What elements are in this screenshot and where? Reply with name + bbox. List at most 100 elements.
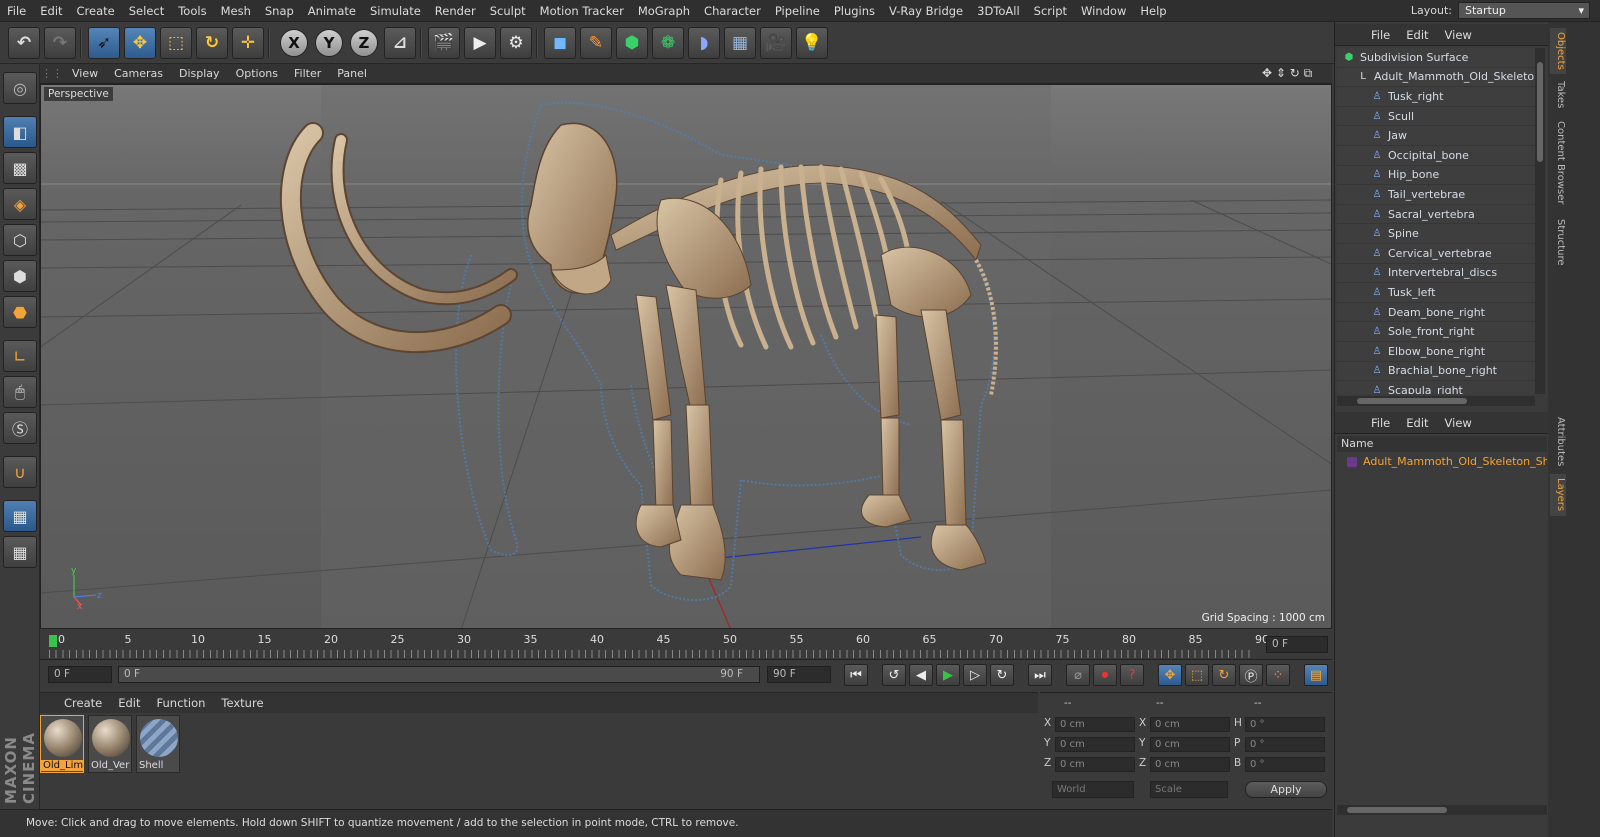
workplane-icon[interactable]: ▦ [3,536,37,568]
x-axis-icon[interactable]: X [280,29,308,57]
object-row[interactable]: ♙ Occipital_bone [1337,146,1535,166]
tab-takes[interactable]: Takes [1550,78,1566,112]
viewport-perspective[interactable]: y z x Perspective Grid Spacing : 1000 cm [40,84,1332,629]
render-view-icon[interactable]: 🎬 [428,27,460,59]
tab-objects[interactable]: Objects [1550,28,1566,74]
menu-simulate[interactable]: Simulate [363,0,428,22]
next-frame-icon[interactable]: ▷ [963,664,987,686]
texture-mode-icon[interactable]: ▩ [3,152,37,184]
object-row[interactable]: ♙ Cervical_vertebrae [1337,244,1535,264]
object-row[interactable]: ♙ Scapula_right [1337,381,1535,394]
live-select-icon[interactable]: ➶ [88,27,120,59]
menu-3dtoall[interactable]: 3DToAll [970,0,1027,22]
key-scale-icon[interactable]: ⬚ [1185,664,1209,686]
cube-icon[interactable]: ◼ [544,27,576,59]
workplane-mode-icon[interactable]: ◈ [3,188,37,220]
key-param-icon[interactable]: Ⓟ [1239,664,1263,686]
viewport-menu-view[interactable]: View [64,67,106,80]
coord-value-field[interactable]: 0 cm [1150,737,1230,752]
snapping-icon[interactable]: Ⓢ [3,412,37,444]
coord-value-field[interactable]: 0 cm [1055,737,1135,752]
timeline-ruler[interactable]: 0 5 10 15 20 25 30 35 40 45 50 55 60 65 70 75 80 85 90 0 F [40,630,1332,660]
menu-create[interactable]: Create [70,0,122,22]
viewport-menu-cameras[interactable]: Cameras [106,67,171,80]
play-icon[interactable]: ▶ [936,664,960,686]
menu-motion-tracker[interactable]: Motion Tracker [533,0,631,22]
floor-icon[interactable]: ▦ [724,27,756,59]
layer-row[interactable]: Adult_Mammoth_Old_Skeleton_Sh [1337,453,1547,470]
object-row[interactable]: ♙ Jaw [1337,126,1535,146]
layers-menu-view[interactable]: View [1437,416,1480,430]
scale-icon[interactable]: ⬚ [160,27,192,59]
current-frame-field[interactable]: 0 F [1266,636,1328,653]
menu-sculpt[interactable]: Sculpt [483,0,533,22]
go-to-start-icon[interactable]: ⏮ [844,664,868,686]
object-row[interactable]: ♙ Sacral_vertebra [1337,205,1535,225]
menu-file[interactable]: File [0,0,33,22]
tweak-mode-icon[interactable]: 🖱 [3,376,37,408]
make-editable-icon[interactable]: ◎ [3,72,37,104]
key-rotation-icon[interactable]: ↻ [1212,664,1236,686]
objects-menu-view[interactable]: View [1437,28,1480,42]
camera-icon[interactable]: 🎥 [760,27,792,59]
coord-value-field[interactable]: 0 ° [1245,737,1325,752]
start-frame-field[interactable]: 0 F [48,666,112,683]
viewport-menu-panel[interactable]: Panel [329,67,375,80]
material-menu-texture[interactable]: Texture [213,696,271,710]
viewport-menu-filter[interactable]: Filter [286,67,329,80]
autokey-icon[interactable]: ⏺ [1093,664,1117,686]
points-mode-icon[interactable]: ⬡ [3,224,37,256]
edges-mode-icon[interactable]: ⬢ [3,260,37,292]
magnet-icon[interactable]: ∪ [3,456,37,488]
playhead-marker[interactable] [49,635,57,647]
material-menu-edit[interactable]: Edit [110,696,148,710]
menu-edit[interactable]: Edit [33,0,69,22]
coord-system-icon[interactable]: ⊿ [384,27,416,59]
object-row[interactable]: ♙ Sole_front_right [1337,322,1535,342]
menu-v-ray-bridge[interactable]: V-Ray Bridge [882,0,970,22]
material-old-lim[interactable]: Old_Lim [40,715,84,773]
apply-button[interactable]: Apply [1245,781,1327,798]
object-row[interactable]: ♙ Tusk_right [1337,87,1535,107]
light-icon[interactable]: 💡 [796,27,828,59]
object-list-scrollbar[interactable] [1535,48,1545,394]
object-row[interactable]: ♙ Scull [1337,107,1535,127]
key-position-icon[interactable]: ✥ [1158,664,1182,686]
menu-tools[interactable]: Tools [171,0,213,22]
coord-value-field[interactable]: 0 ° [1245,757,1325,772]
menu-plugins[interactable]: Plugins [827,0,882,22]
object-list[interactable]: ⬢ Subdivision Surface L Adult_Mammoth_Old_S… [1337,48,1535,394]
menu-window[interactable]: Window [1074,0,1133,22]
layers-hscrollbar[interactable] [1337,805,1547,815]
objects-menu-edit[interactable]: Edit [1398,28,1436,42]
end-frame-field[interactable]: 90 F [767,666,831,683]
viewport-menu-options[interactable]: Options [228,67,286,80]
move-icon[interactable]: ✥ [124,27,156,59]
menu-help[interactable]: Help [1133,0,1173,22]
object-row[interactable]: ♙ Elbow_bone_right [1337,342,1535,362]
coord-value-field[interactable]: 0 cm [1055,757,1135,772]
scale-mode-dropdown[interactable]: Scale [1150,781,1228,798]
keyframe-selection-icon[interactable]: ? [1120,664,1144,686]
polygons-mode-icon[interactable]: ⬣ [3,296,37,328]
workplane-lock-icon[interactable]: ▦ [3,500,37,532]
render-pv-icon[interactable]: ▶ [464,27,496,59]
next-key-icon[interactable]: ↻ [990,664,1014,686]
objects-menu-file[interactable]: File [1363,28,1398,42]
redo-icon[interactable]: ↷ [44,27,76,59]
render-settings-icon[interactable]: ⚙ [500,27,532,59]
coord-value-field[interactable]: 0 cm [1150,757,1230,772]
tab-structure[interactable]: Structure [1550,214,1566,270]
rotate-icon[interactable]: ↻ [196,27,228,59]
layers-menu-file[interactable]: File [1363,416,1398,430]
object-row[interactable]: ♙ Intervertebral_discs [1337,264,1535,284]
menu-select[interactable]: Select [122,0,171,22]
tab-layers[interactable]: Layers [1550,474,1566,516]
material-menu-function[interactable]: Function [149,696,214,710]
menu-character[interactable]: Character [697,0,768,22]
model-mode-icon[interactable]: ◧ [3,116,37,148]
coord-value-field[interactable]: 0 ° [1245,717,1325,732]
coord-mode-dropdown[interactable]: World [1052,781,1134,798]
object-row[interactable]: ♙ Spine [1337,224,1535,244]
object-row[interactable]: ♙ Brachial_bone_right [1337,362,1535,382]
